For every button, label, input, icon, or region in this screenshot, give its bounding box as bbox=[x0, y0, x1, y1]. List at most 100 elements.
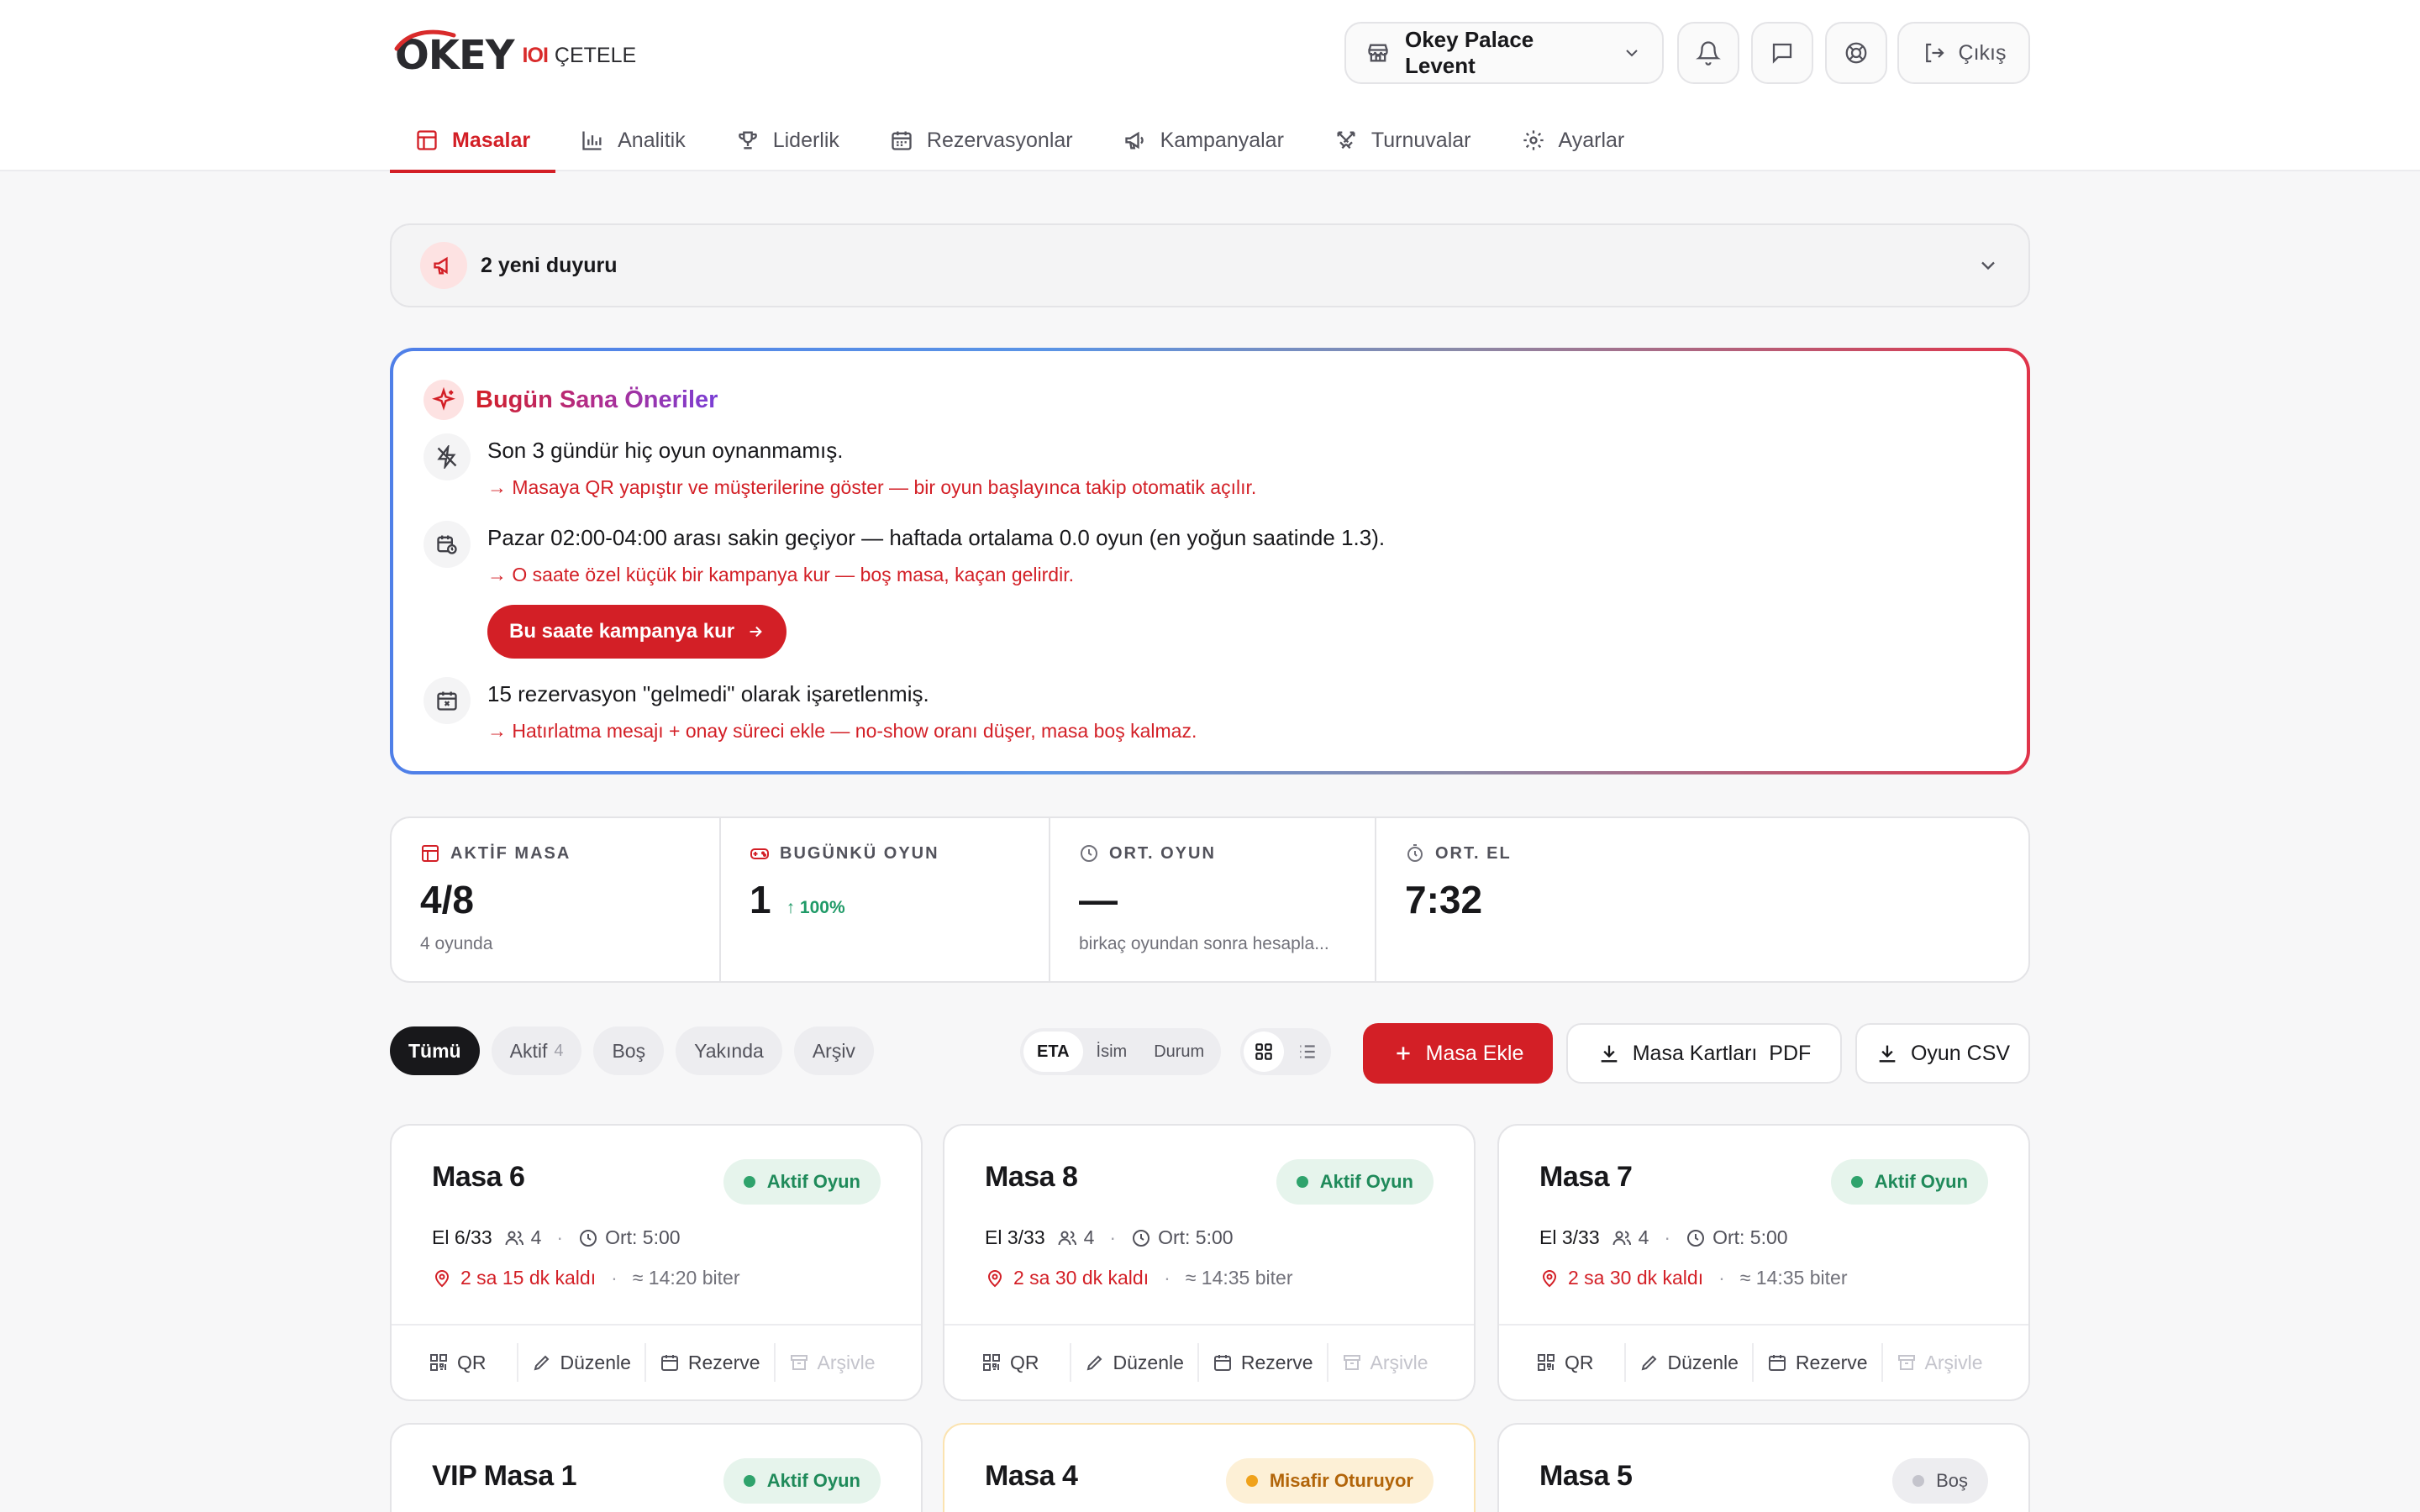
main-nav: Masalar Analitik Liderlik Rezervasyonlar… bbox=[390, 109, 1650, 173]
tab-rezervasyonlar[interactable]: Rezervasyonlar bbox=[865, 109, 1098, 171]
table-meta: El 3/33 4 · Ort: 5:00 bbox=[985, 1226, 1234, 1248]
pin-icon bbox=[1542, 1269, 1557, 1287]
hand-count: El 6/33 bbox=[432, 1226, 492, 1248]
sort-eta[interactable]: ETA bbox=[1023, 1032, 1083, 1072]
suggestion-item: Pazar 02:00-04:00 arası sakin geçiyor — … bbox=[424, 521, 1385, 659]
users-icon bbox=[1612, 1231, 1631, 1245]
users-icon bbox=[505, 1231, 523, 1245]
tab-masalar[interactable]: Masalar bbox=[390, 109, 556, 173]
status-badge: Aktif Oyun bbox=[1830, 1159, 1988, 1205]
qr-button[interactable]: QR bbox=[424, 1343, 518, 1382]
grid-icon bbox=[1255, 1043, 1272, 1060]
table-time: 2 sa 15 dk kaldı · ≈ 14:20 biter bbox=[432, 1267, 739, 1289]
table-card[interactable]: Masa 5 Boş bbox=[1497, 1423, 2030, 1512]
download-icon bbox=[1601, 1045, 1618, 1063]
announcement-text: 2 yeni duyuru bbox=[481, 253, 618, 277]
logo-wordmark: OKEY bbox=[394, 29, 515, 79]
suggestions-title: Bugün Sana Öneriler bbox=[476, 386, 718, 413]
venue-selector[interactable]: Okey Palace Levent bbox=[1344, 22, 1664, 84]
reserve-button[interactable]: Rezerve bbox=[1199, 1343, 1328, 1382]
game-csv-button[interactable]: Oyun CSV bbox=[1855, 1023, 2030, 1084]
archive-button[interactable]: Arşivle bbox=[1328, 1343, 1442, 1382]
table-cards-pdf-button[interactable]: Masa Kartları PDF bbox=[1566, 1023, 1842, 1084]
filter-all[interactable]: Tümü bbox=[390, 1026, 480, 1075]
add-table-button[interactable]: Masa Ekle bbox=[1363, 1023, 1553, 1084]
reserve-button[interactable]: Rezerve bbox=[646, 1343, 776, 1382]
stat-avg-hand: ORT. EL 7:32 bbox=[1405, 843, 1512, 922]
sort-status[interactable]: Durum bbox=[1140, 1032, 1218, 1072]
table-time: 2 sa 30 dk kaldı · ≈ 14:35 biter bbox=[985, 1267, 1292, 1289]
arrow-right-icon bbox=[750, 626, 762, 638]
sparkle-icon bbox=[424, 380, 464, 420]
status-badge: Aktif Oyun bbox=[723, 1458, 881, 1504]
tab-ayarlar[interactable]: Ayarlar bbox=[1497, 109, 1650, 171]
notifications-button[interactable] bbox=[1677, 22, 1739, 84]
calendar-x-icon bbox=[424, 677, 471, 724]
archive-button[interactable]: Arşivle bbox=[1883, 1343, 1996, 1382]
filter-archive[interactable]: Arşiv bbox=[793, 1026, 874, 1075]
grid-view-button[interactable] bbox=[1244, 1032, 1284, 1072]
table-card[interactable]: Masa 4 Misafir Oturuyor bbox=[943, 1423, 1476, 1512]
top-header: OKEY IOI ÇETELE Okey Palace Levent Çıkış… bbox=[0, 0, 2420, 173]
calendar-icon bbox=[892, 131, 912, 150]
table-icon bbox=[422, 845, 439, 862]
table-card[interactable]: VIP Masa 1 Aktif Oyun bbox=[390, 1423, 923, 1512]
announcements-banner[interactable]: 2 yeni duyuru bbox=[390, 223, 2030, 307]
stat-avg-game: ORT. OYUN — birkaç oyundan sonra hesapla… bbox=[1050, 818, 1376, 981]
table-card[interactable]: Masa 7 Aktif Oyun El 3/33 4 · Ort: 5:00 … bbox=[1497, 1124, 2030, 1401]
edit-button[interactable]: Düzenle bbox=[1071, 1343, 1199, 1382]
archive-button[interactable]: Arşivle bbox=[776, 1343, 889, 1382]
filter-soon[interactable]: Yakında bbox=[676, 1026, 782, 1075]
list-view-button[interactable] bbox=[1287, 1032, 1328, 1072]
pencil-icon bbox=[534, 1355, 549, 1371]
table-card[interactable]: Masa 6 Aktif Oyun El 6/33 4 · Ort: 5:00 … bbox=[390, 1124, 923, 1401]
list-icon bbox=[1300, 1045, 1315, 1058]
tab-turnuvalar[interactable]: Turnuvalar bbox=[1309, 109, 1497, 171]
tab-analitik[interactable]: Analitik bbox=[555, 109, 711, 171]
create-campaign-button[interactable]: Bu saate kampanya kur bbox=[487, 605, 787, 659]
lifebuoy-icon bbox=[1845, 42, 1867, 64]
table-name: Masa 4 bbox=[985, 1460, 1078, 1492]
table-name: Masa 7 bbox=[1539, 1161, 1633, 1193]
tab-kampanyalar[interactable]: Kampanyalar bbox=[1098, 109, 1309, 171]
sort-name[interactable]: İsim bbox=[1083, 1032, 1141, 1072]
table-meta: El 6/33 4 · Ort: 5:00 bbox=[432, 1226, 681, 1248]
logout-icon bbox=[1925, 43, 1944, 63]
venue-name: Okey Palace Levent bbox=[1405, 27, 1534, 78]
suggestion-text: Son 3 gündür hiç oyun oynanmamış. bbox=[487, 438, 844, 463]
clock-icon bbox=[1687, 1229, 1705, 1247]
filter-empty[interactable]: Boş bbox=[593, 1026, 665, 1075]
suggestion-item: 15 rezervasyon "gelmedi" olarak işaretle… bbox=[424, 677, 1197, 746]
edit-button[interactable]: Düzenle bbox=[518, 1343, 646, 1382]
view-toggle bbox=[1240, 1028, 1331, 1075]
filter-active[interactable]: Aktif 4 bbox=[491, 1026, 582, 1075]
bell-icon bbox=[1696, 41, 1721, 66]
users-icon bbox=[1058, 1231, 1076, 1245]
sort-toggle: ETA İsim Durum bbox=[1020, 1028, 1222, 1075]
no-activity-icon bbox=[424, 433, 471, 480]
table-name: VIP Masa 1 bbox=[432, 1460, 577, 1492]
logout-label: Çıkış bbox=[1958, 40, 2007, 65]
reserve-button[interactable]: Rezerve bbox=[1754, 1343, 1883, 1382]
status-badge: Boş bbox=[1892, 1458, 1988, 1504]
clock-icon bbox=[580, 1229, 597, 1247]
table-card[interactable]: Masa 8 Aktif Oyun El 3/33 4 · Ort: 5:00 … bbox=[943, 1124, 1476, 1401]
messages-button[interactable] bbox=[1751, 22, 1813, 84]
logo-swoosh-icon bbox=[394, 29, 456, 51]
archive-icon bbox=[1897, 1355, 1915, 1370]
table-name: Masa 8 bbox=[985, 1161, 1078, 1193]
clock-icon bbox=[1133, 1229, 1150, 1247]
table-meta: El 3/33 4 · Ort: 5:00 bbox=[1539, 1226, 1788, 1248]
tab-liderlik[interactable]: Liderlik bbox=[711, 109, 865, 171]
suggestion-hint: → Masaya QR yapıştır ve müşterilerine gö… bbox=[487, 476, 1257, 498]
logout-button[interactable]: Çıkış bbox=[1897, 22, 2030, 84]
qr-button[interactable]: QR bbox=[1531, 1343, 1626, 1382]
stat-value: — bbox=[1079, 878, 1118, 921]
brand-logo[interactable]: OKEY IOI ÇETELE bbox=[394, 29, 636, 82]
stats-bar: AKTİF MASA 4/8 4 oyunda BUGÜNKÜ OYUN 1 ↑ … bbox=[390, 816, 2030, 983]
help-button[interactable] bbox=[1825, 22, 1887, 84]
qr-button[interactable]: QR bbox=[976, 1343, 1071, 1382]
chevron-down-icon bbox=[1626, 50, 1638, 57]
qr-icon bbox=[430, 1354, 447, 1371]
edit-button[interactable]: Düzenle bbox=[1626, 1343, 1754, 1382]
